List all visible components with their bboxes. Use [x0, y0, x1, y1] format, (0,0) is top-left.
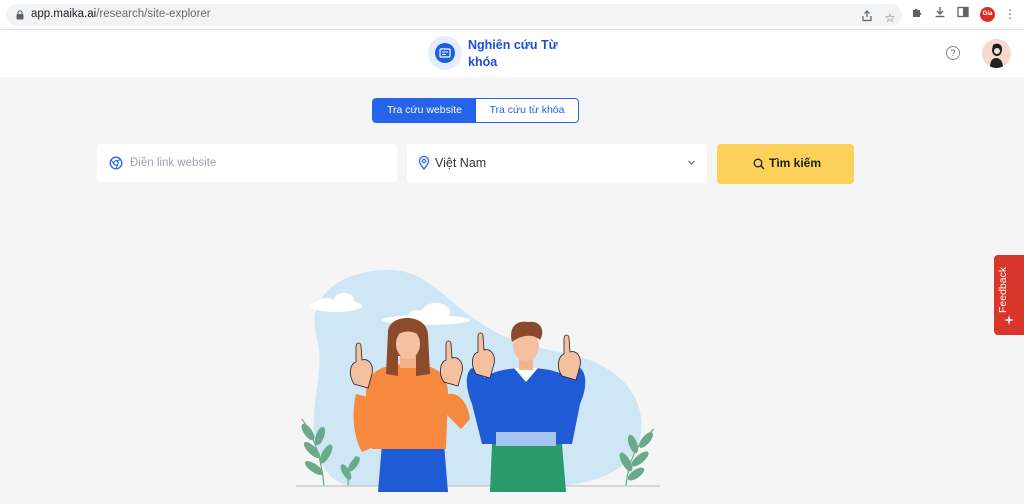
map-pin-icon: [418, 156, 430, 170]
extensions-icon[interactable]: [909, 6, 925, 22]
download-icon[interactable]: [932, 6, 948, 22]
tab-website-lookup[interactable]: Tra cứu website: [373, 99, 476, 122]
url-text[interactable]: app.maika.ai/research/site-explorer: [31, 8, 211, 20]
address-bar[interactable]: app.maika.ai/research/site-explorer ☆: [6, 4, 902, 26]
country-value: Việt Nam: [435, 156, 487, 170]
profile-avatar[interactable]: Gia: [980, 7, 995, 22]
help-icon[interactable]: ?: [946, 46, 960, 60]
search-icon: [753, 158, 765, 170]
website-url-input[interactable]: [130, 152, 385, 174]
url-path: /research/site-explorer: [96, 8, 211, 20]
browser-toolbar: app.maika.ai/research/site-explorer ☆ Gi…: [0, 0, 1024, 30]
page-title: Nghiên cứu Từ khóa: [468, 38, 558, 69]
lock-icon[interactable]: [16, 10, 24, 20]
side-panel-icon[interactable]: [955, 6, 971, 22]
avatar[interactable]: [982, 39, 1011, 68]
website-url-field[interactable]: [97, 144, 397, 182]
feedback-tab[interactable]: Feedback: [994, 255, 1024, 335]
star-icon[interactable]: ☆: [882, 10, 898, 26]
url-host: app.maika.ai: [31, 8, 97, 20]
globe-icon: [109, 156, 123, 170]
feedback-label: Feedback: [997, 266, 1009, 313]
country-select[interactable]: Việt Nam: [407, 144, 707, 183]
welcome-illustration: [296, 269, 660, 492]
sparkle-icon: [1004, 315, 1014, 325]
menu-icon[interactable]: ⋮: [1002, 6, 1018, 22]
tab-keyword-lookup[interactable]: Tra cứu từ khóa: [476, 99, 578, 122]
search-button-label: Tìm kiếm: [769, 156, 822, 170]
search-mode-tabs: Tra cứu website Tra cứu từ khóa: [372, 98, 579, 123]
logo-icon: [428, 36, 462, 70]
search-button[interactable]: Tìm kiếm: [717, 144, 854, 184]
share-icon[interactable]: [859, 10, 875, 26]
chevron-down-icon: [688, 160, 695, 165]
